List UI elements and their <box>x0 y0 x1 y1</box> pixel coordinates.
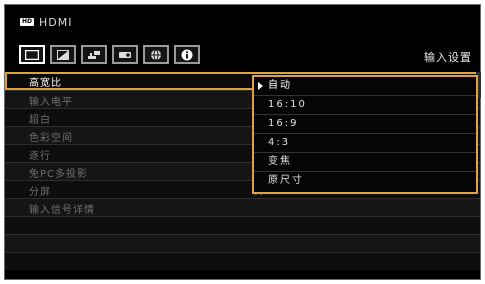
menu-item-label: 分屏 <box>29 187 51 198</box>
tab-projector[interactable] <box>112 45 138 64</box>
dropdown-option-zoom[interactable]: 变焦 <box>254 153 476 172</box>
screen-icon <box>25 49 39 60</box>
dropdown-option-16-9[interactable]: 16:9 <box>254 115 476 134</box>
tab-info[interactable] <box>174 45 200 64</box>
projector-icon <box>119 51 131 58</box>
tab-screen[interactable] <box>19 45 45 64</box>
menu-item-empty <box>5 252 480 270</box>
tab-setup[interactable] <box>81 45 107 64</box>
dropdown-option-4-3[interactable]: 4:3 <box>254 134 476 153</box>
tab-network[interactable] <box>143 45 169 64</box>
hdmi-icon: HD <box>20 18 34 26</box>
menu-item-empty <box>5 216 480 234</box>
page-title: 输入设置 <box>424 51 472 64</box>
menu-item-label: 色彩空间 <box>29 133 73 144</box>
picture-adjust-icon <box>57 49 69 60</box>
projector-menu-window: HD HDMI 输入设置 高宽比 输入电平 超白 色彩空间 逐行 免PC多投影 … <box>4 4 481 280</box>
menu-header: HD HDMI 输入设置 <box>5 5 480 71</box>
input-source-indicator: HD HDMI <box>20 15 72 29</box>
option-label: 16:10 <box>268 99 307 110</box>
menu-item-label: 超白 <box>29 115 51 126</box>
menu-tabs <box>19 45 200 64</box>
option-label: 自动 <box>268 80 292 91</box>
menu-item-label: 逐行 <box>29 151 51 162</box>
network-icon <box>151 49 161 60</box>
option-label: 4:3 <box>268 137 291 148</box>
menu-item-input-signal-details[interactable]: 输入信号详情 <box>5 198 480 216</box>
menu-item-empty <box>5 234 480 252</box>
menu-item-label: 免PC多投影 <box>29 169 89 180</box>
menu-item-label: 高宽比 <box>29 78 62 89</box>
menu-item-label: 输入信号详情 <box>29 205 95 216</box>
option-label: 16:9 <box>268 118 299 129</box>
input-source-label: HDMI <box>39 15 73 29</box>
dropdown-option-auto[interactable]: 自动 <box>254 77 476 96</box>
selection-arrow-icon <box>258 82 263 90</box>
option-label: 原尺寸 <box>268 175 304 186</box>
setup-icon <box>88 50 100 59</box>
tab-picture-adjust[interactable] <box>50 45 76 64</box>
info-icon <box>181 49 193 60</box>
option-label: 变焦 <box>268 156 292 167</box>
dropdown-option-16-10[interactable]: 16:10 <box>254 96 476 115</box>
menu-item-label: 输入电平 <box>29 97 73 108</box>
aspect-ratio-dropdown: 自动 16:10 16:9 4:3 变焦 原尺寸 <box>252 75 478 194</box>
dropdown-option-native[interactable]: 原尺寸 <box>254 172 476 191</box>
